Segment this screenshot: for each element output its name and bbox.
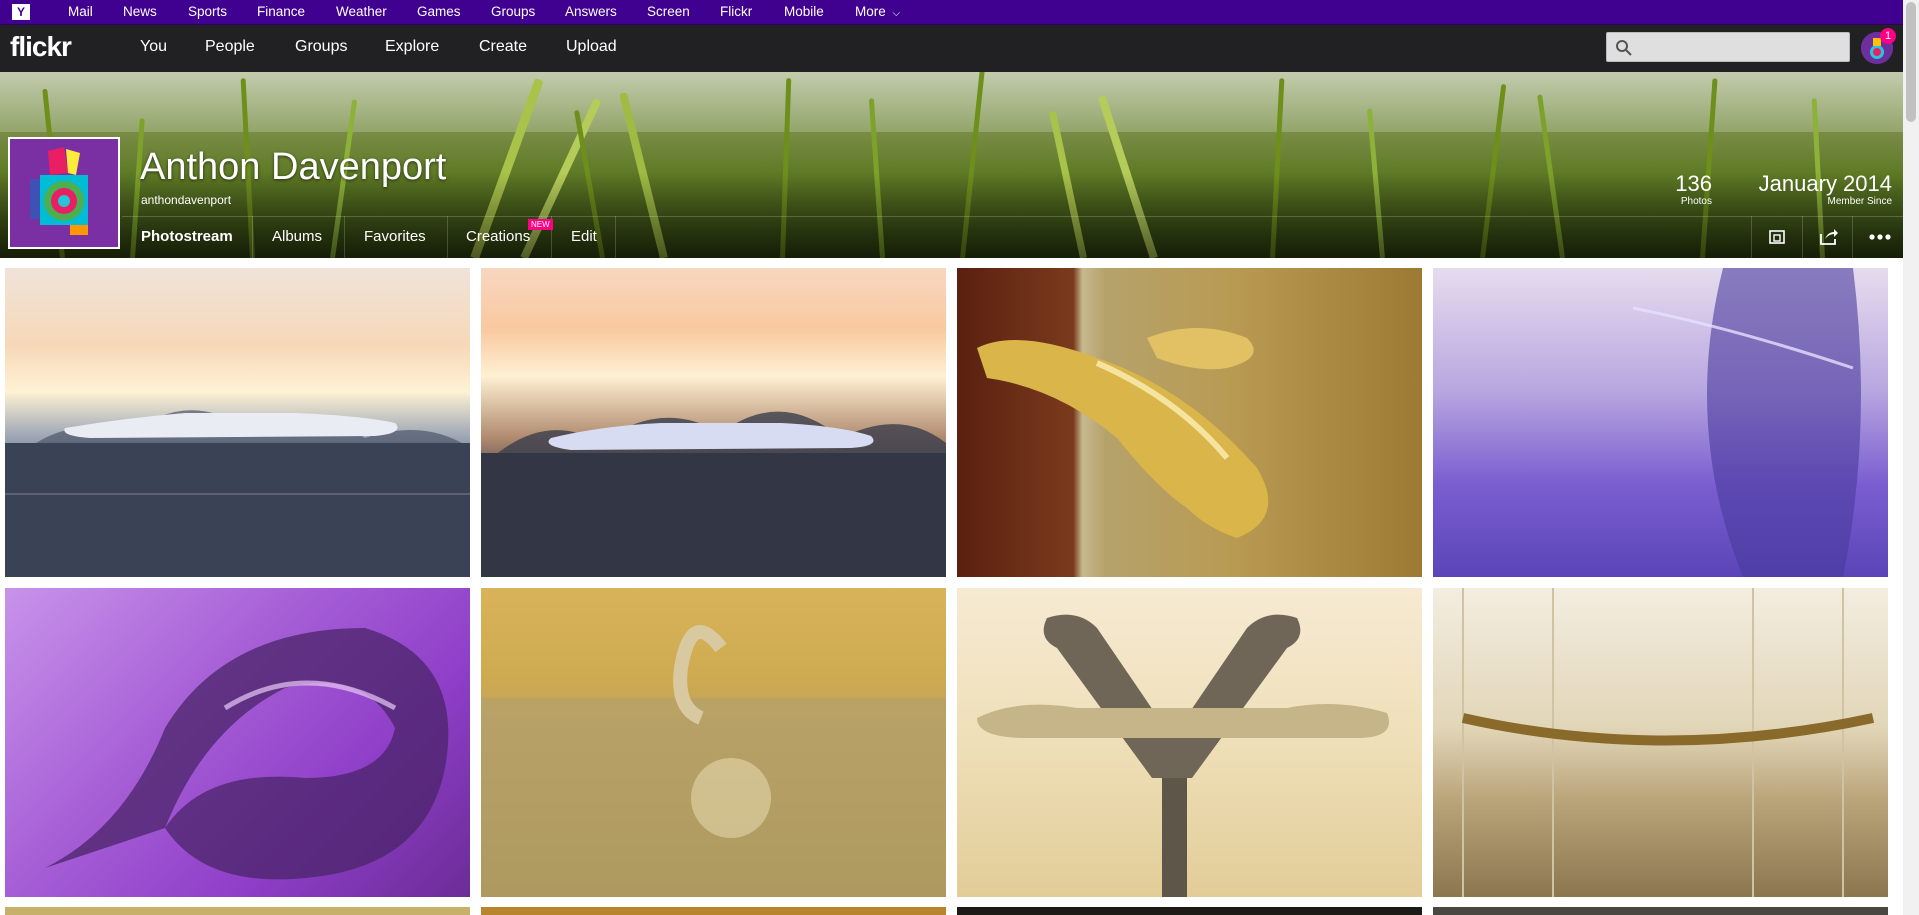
notification-badge[interactable]: 1	[1880, 28, 1896, 44]
member-since-label: Member Since	[1827, 196, 1892, 207]
scrollbar[interactable]	[1903, 0, 1919, 915]
ylink-news[interactable]: News	[123, 0, 157, 24]
photo-tile-partial-3[interactable]	[957, 907, 1422, 915]
search-input[interactable]	[1639, 36, 1843, 60]
tab-edit[interactable]: Edit	[571, 216, 597, 258]
ylink-more-label: More	[855, 4, 886, 19]
photo-tile-coat-hook[interactable]	[957, 588, 1422, 897]
ylink-answers[interactable]: Answers	[565, 0, 617, 24]
profile-username: anthondavenport	[141, 193, 232, 207]
share-button[interactable]	[1802, 216, 1853, 258]
more-options-button[interactable]	[1852, 216, 1903, 258]
purple-ring-image	[45, 628, 449, 880]
ylink-groups[interactable]: Groups	[491, 0, 535, 24]
photos-label: Photos	[1680, 196, 1712, 207]
purple-glass-image	[1632, 268, 1861, 577]
photo-tile-partial-4[interactable]	[1433, 907, 1888, 915]
camera-avatar-icon	[10, 139, 118, 247]
ylink-mail[interactable]: Mail	[68, 0, 93, 24]
photo-tile-sunset-2[interactable]	[481, 268, 946, 577]
profile-name: Anthon Davenport	[140, 146, 447, 188]
ylink-flickr[interactable]: Flickr	[720, 0, 752, 24]
photo-tile-sunset-1[interactable]	[5, 268, 470, 577]
ylink-more[interactable]: More ⌵	[855, 0, 900, 26]
sunset-2-image	[481, 411, 946, 577]
photos-stat[interactable]: 136 Photos	[1660, 171, 1712, 208]
slideshow-icon	[1769, 230, 1785, 244]
more-icon	[1869, 234, 1891, 240]
tab-albums[interactable]: Albums	[272, 216, 322, 258]
photo-tile-purple-glass[interactable]	[1433, 268, 1888, 577]
photo-tile-gold-clip[interactable]	[957, 268, 1422, 577]
nav-upload[interactable]: Upload	[566, 38, 617, 56]
tab-favorites[interactable]: Favorites	[364, 216, 426, 258]
nav-create[interactable]: Create	[479, 38, 527, 56]
lamp-chain-image	[1461, 588, 1875, 897]
tab-photostream[interactable]: Photostream	[141, 216, 233, 258]
ylink-weather[interactable]: Weather	[336, 0, 387, 24]
search-box[interactable]	[1606, 32, 1850, 62]
member-since-date: January 2014	[1758, 171, 1892, 196]
ylink-games[interactable]: Games	[417, 0, 461, 24]
scrollbar-thumb[interactable]	[1906, 2, 1916, 122]
photos-count: 136	[1675, 171, 1712, 196]
nav-groups[interactable]: Groups	[295, 38, 347, 56]
tab-separator	[344, 216, 345, 258]
cover-sky	[0, 72, 1903, 132]
new-badge: NEW	[528, 219, 553, 230]
ylink-finance[interactable]: Finance	[257, 0, 305, 24]
photo-tile-purple-ring[interactable]	[5, 588, 470, 897]
ylink-mobile[interactable]: Mobile	[784, 0, 824, 24]
ylink-screen[interactable]: Screen	[647, 0, 690, 24]
photo-tile-partial-2[interactable]	[481, 907, 946, 915]
tab-separator	[252, 216, 253, 258]
ylink-sports[interactable]: Sports	[188, 0, 227, 24]
member-since-stat: January 2014 Member Since	[1730, 171, 1892, 208]
tab-separator	[615, 216, 616, 258]
profile-buddy-icon[interactable]	[8, 137, 120, 249]
search-icon	[1616, 40, 1632, 56]
tab-creations[interactable]: Creations	[466, 216, 530, 258]
flickr-nav: flickr You People Groups Explore Create …	[0, 25, 1919, 72]
gold-clip-image	[977, 328, 1269, 538]
coat-hook-image	[977, 614, 1389, 897]
share-icon	[1820, 229, 1838, 245]
tab-separator	[447, 216, 448, 258]
nav-explore[interactable]: Explore	[385, 38, 439, 56]
yahoo-logo[interactable]: Y	[12, 4, 30, 20]
chevron-down-icon: ⌵	[892, 8, 901, 19]
yahoo-bar: Y Mail News Sports Finance Weather Games…	[0, 0, 1919, 25]
gold-hook-image	[481, 625, 946, 897]
photo-tile-gold-hook[interactable]	[481, 588, 946, 897]
flickr-logo[interactable]: flickr	[10, 31, 72, 63]
nav-people[interactable]: People	[205, 38, 255, 56]
slideshow-button[interactable]	[1751, 216, 1802, 258]
photo-tile-partial-1[interactable]	[5, 907, 470, 915]
sunset-1-image	[5, 410, 470, 577]
nav-you[interactable]: You	[140, 38, 167, 56]
photo-tile-lamp-chain[interactable]	[1433, 588, 1888, 897]
